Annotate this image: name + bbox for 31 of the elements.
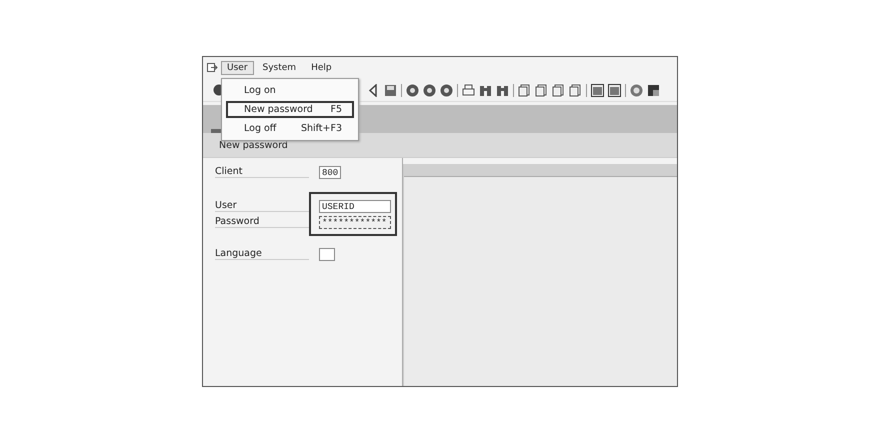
page-icon[interactable]: [552, 84, 565, 96]
menu-item[interactable]: User: [221, 61, 254, 75]
window-icon[interactable]: [608, 84, 621, 96]
circle-icon[interactable]: [406, 84, 419, 96]
input-field[interactable]: [319, 248, 335, 260]
page-icon[interactable]: [518, 84, 531, 96]
menu-option[interactable]: New password F5: [226, 101, 354, 118]
menu-option[interactable]: Log on: [226, 82, 354, 99]
binoculars-icon[interactable]: [496, 84, 509, 96]
menu-item[interactable]: System: [256, 61, 302, 75]
printer-icon[interactable]: [462, 84, 475, 96]
menu-item[interactable]: Help: [305, 61, 338, 75]
input-field[interactable]: 800: [319, 166, 341, 178]
help-icon[interactable]: [630, 84, 643, 96]
page-icon[interactable]: [569, 84, 582, 96]
window-icon[interactable]: [591, 84, 604, 96]
arrow-icon[interactable]: [367, 84, 380, 96]
field-label: Language: [215, 248, 309, 260]
page-icon[interactable]: [535, 84, 548, 96]
circle-icon[interactable]: [440, 84, 453, 96]
field-label: Client: [215, 166, 309, 178]
field-label: Password: [215, 216, 309, 228]
save-icon[interactable]: [384, 84, 397, 96]
field-label: User: [215, 200, 309, 212]
binoculars-icon[interactable]: [479, 84, 492, 96]
exit-icon[interactable]: [207, 63, 218, 73]
input-field[interactable]: ************: [319, 216, 391, 228]
input-field[interactable]: USERID: [319, 200, 391, 212]
monitor-icon[interactable]: [647, 84, 660, 96]
screen-title: New password: [203, 133, 677, 158]
circle-icon[interactable]: [423, 84, 436, 96]
